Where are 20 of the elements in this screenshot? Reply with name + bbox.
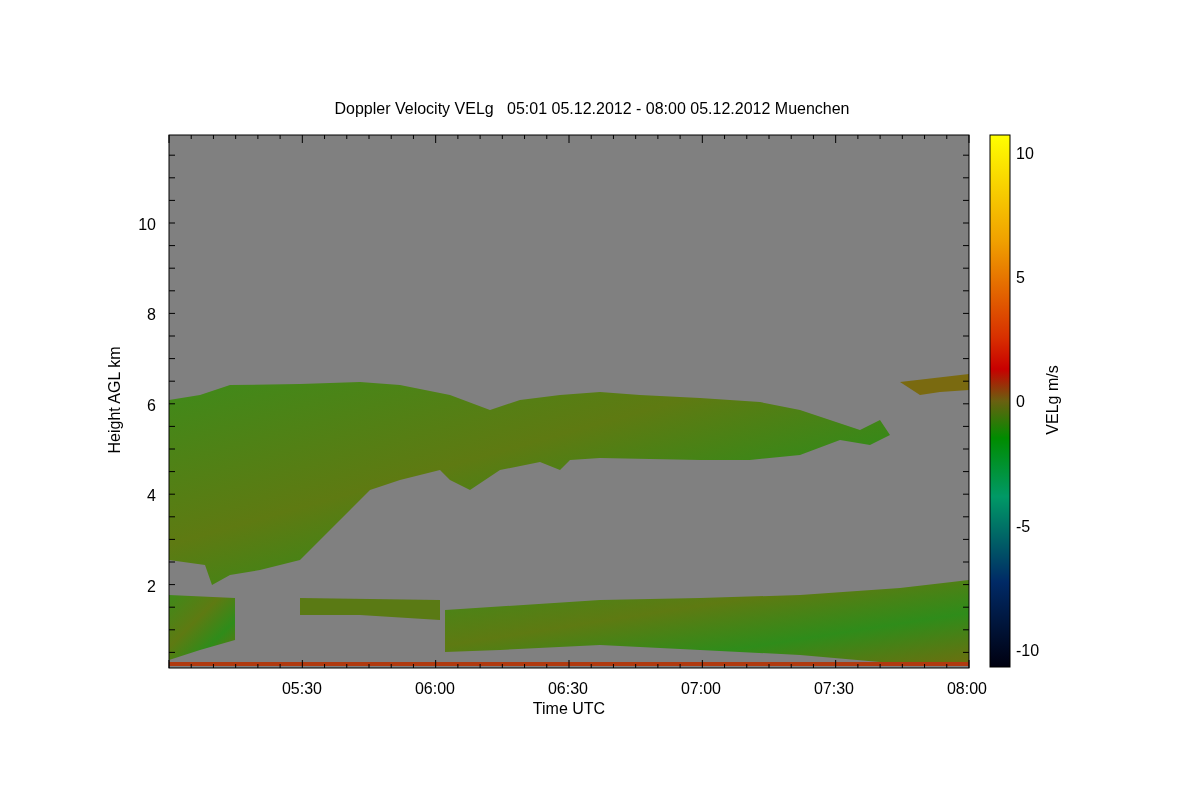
tick-label: 07:30 <box>814 680 854 697</box>
colorbar-label: VELg m/s <box>1044 365 1061 435</box>
tick-label: 2 <box>147 577 156 595</box>
tick-label: 8 <box>147 306 156 324</box>
tick-label: 0 <box>1016 393 1025 411</box>
tick-label: 10 <box>138 216 156 233</box>
chart-title: Doppler Velocity VELg 05:01 05.12.2012 - 08:00 05.12.2012 Muenchen <box>334 100 850 117</box>
tick-label: 08:00 <box>947 680 987 697</box>
tick-label: 05:30 <box>282 680 322 697</box>
tick-label: 6 <box>147 396 156 414</box>
tick-label: 07:00 <box>681 680 721 697</box>
y-axis-label: Height AGL km <box>106 346 123 454</box>
tick-label: 10 <box>1016 145 1034 162</box>
tick-label: 5 <box>1016 269 1025 287</box>
x-axis-label: Time UTC <box>532 700 606 717</box>
tick-label: -5 <box>1016 517 1031 535</box>
tick-label: 06:00 <box>415 680 455 697</box>
tick-label: 4 <box>147 487 156 505</box>
tick-label: 06:30 <box>548 680 588 697</box>
tick-label: -10 <box>1016 641 1040 659</box>
